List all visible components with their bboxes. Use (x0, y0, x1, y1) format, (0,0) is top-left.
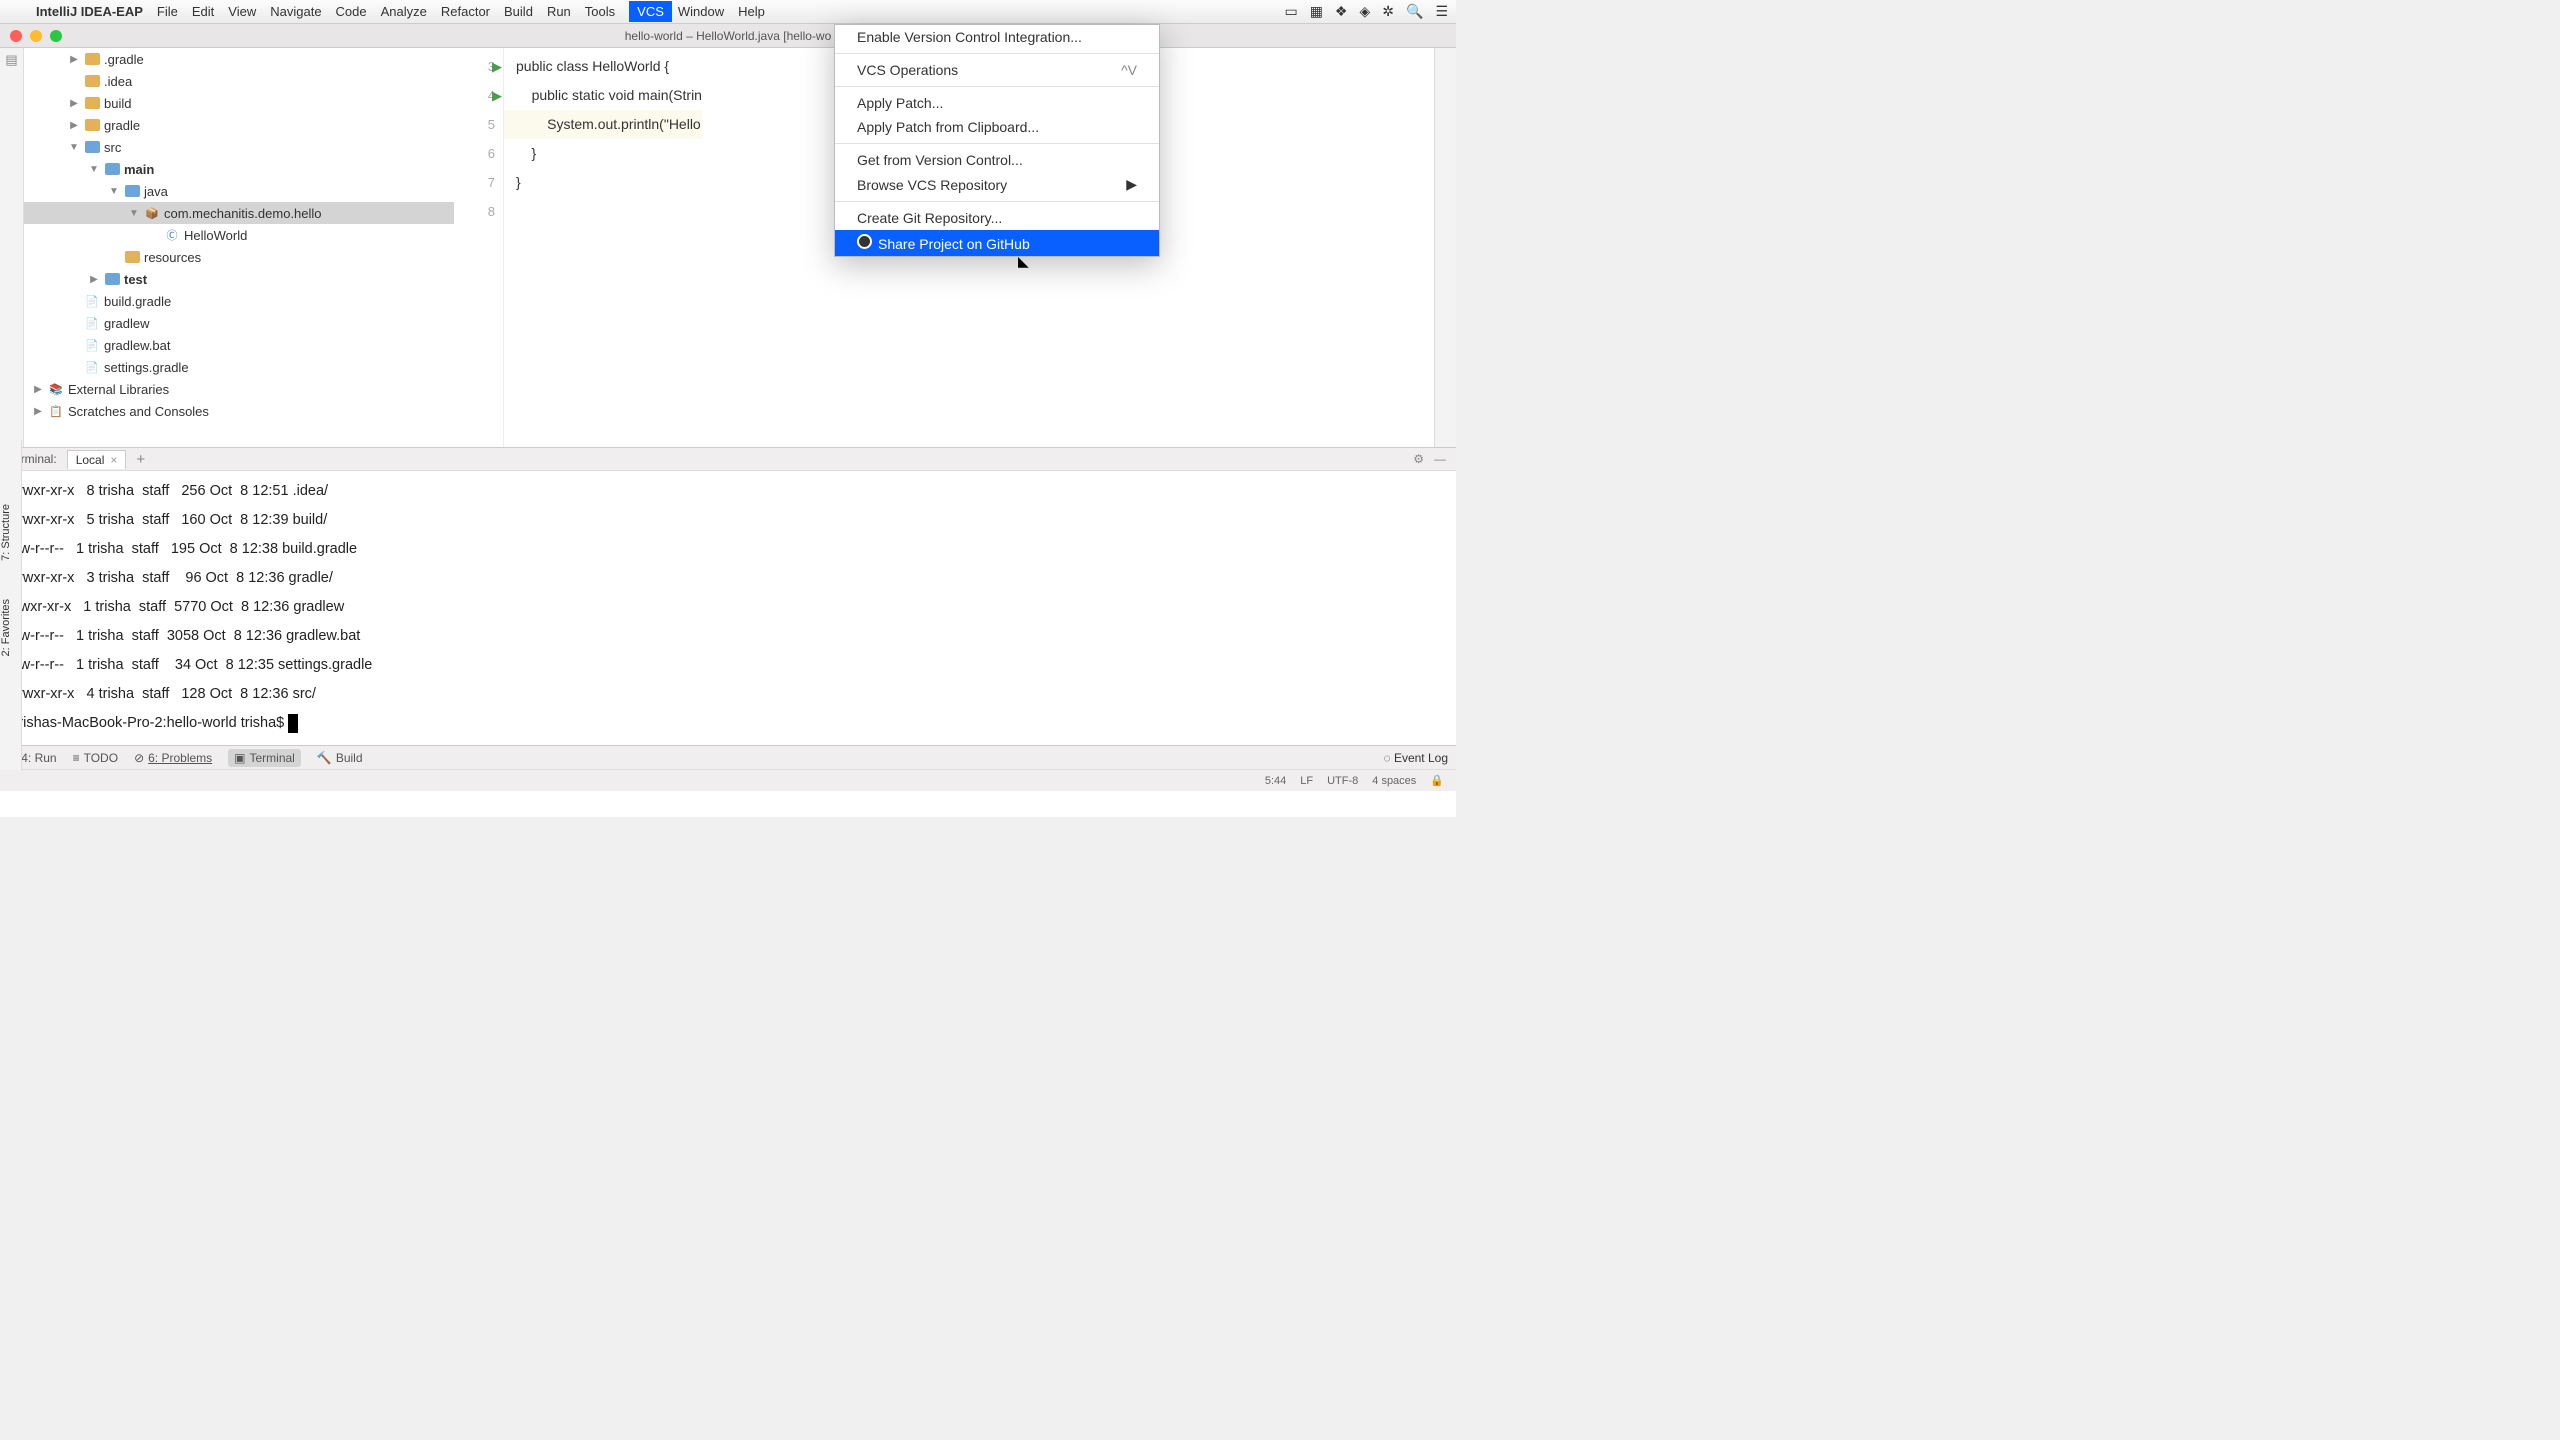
vcs-menu-item[interactable]: Create Git Repository... (835, 206, 1159, 230)
tree-node[interactable]: ▼src (24, 136, 454, 158)
readonly-lock-icon[interactable]: 🔒 (1430, 774, 1444, 787)
terminal-output[interactable]: drwxr-xr-x 8 trisha staff 256 Oct 8 12:5… (0, 471, 1456, 745)
menu-run[interactable]: Run (547, 4, 571, 19)
menu-navigate[interactable]: Navigate (270, 4, 321, 19)
mouse-cursor: ◣ (1018, 253, 1029, 270)
menubar-tray: ▭ ▦ ❖ ◈ ✲ 🔍 ☰ (1284, 3, 1448, 20)
menu-edit[interactable]: Edit (192, 4, 214, 19)
zoom-window-button[interactable] (50, 30, 62, 42)
close-tab-icon[interactable]: × (110, 453, 117, 467)
vcs-menu-item[interactable]: Share Project on GitHub (835, 230, 1159, 256)
macos-menubar: IntelliJ IDEA-EAP File Edit View Navigate Co… (0, 0, 1456, 24)
apple-icon[interactable] (8, 4, 24, 20)
tree-node[interactable]: ▶📋Scratches and Consoles (24, 400, 454, 422)
file-encoding[interactable]: UTF-8 (1327, 775, 1358, 787)
indent-setting[interactable]: 4 spaces (1372, 775, 1416, 787)
left-tool-rail-lower: 7: Structure 2: Favorites (0, 440, 22, 770)
github-icon (857, 234, 872, 249)
tree-node[interactable]: 📄gradlew (24, 312, 454, 334)
editor-code[interactable]: public class HelloWorld { public static … (504, 48, 702, 447)
line-ending[interactable]: LF (1300, 775, 1313, 787)
control-center-icon[interactable]: ☰ (1435, 3, 1448, 20)
vcs-menu-item[interactable]: Enable Version Control Integration... (835, 25, 1159, 49)
window-title: hello-world – HelloWorld.java [hello-wo (625, 29, 832, 43)
event-log-button[interactable]: ◌ Event Log (1383, 751, 1448, 765)
tree-node[interactable]: ▼📦com.mechanitis.demo.hello (24, 202, 454, 224)
tray-icon[interactable]: ❖ (1335, 3, 1348, 20)
menu-build[interactable]: Build (504, 4, 533, 19)
tree-node[interactable]: 📄settings.gradle (24, 356, 454, 378)
terminal-hide-icon[interactable]: — (1434, 452, 1446, 466)
menu-refactor[interactable]: Refactor (441, 4, 490, 19)
tree-node[interactable]: ▶build (24, 92, 454, 114)
tree-node[interactable]: ⒸHelloWorld (24, 224, 454, 246)
tray-icon[interactable]: ▦ (1310, 3, 1323, 20)
problems-tool-button[interactable]: ⊘ 6: Problems (134, 751, 212, 765)
terminal-settings-icon[interactable]: ⚙ (1413, 452, 1424, 466)
terminal-header: Terminal: Local× + ⚙ — (0, 447, 1456, 471)
tree-node[interactable]: ▶.gradle (24, 48, 454, 70)
terminal-tab[interactable]: Local× (67, 450, 127, 469)
caret-position[interactable]: 5:44 (1265, 775, 1286, 787)
menu-tools[interactable]: Tools (585, 4, 615, 19)
minimize-window-button[interactable] (30, 30, 42, 42)
tree-node[interactable]: ▼main (24, 158, 454, 180)
search-icon[interactable]: 🔍 (1406, 3, 1423, 20)
vcs-menu-item[interactable]: VCS Operations^V (835, 58, 1159, 82)
menu-vcs[interactable]: VCS (629, 1, 672, 22)
tree-node[interactable]: 📄build.gradle (24, 290, 454, 312)
tree-node[interactable]: .idea (24, 70, 454, 92)
vcs-menu-item[interactable]: Get from Version Control... (835, 148, 1159, 172)
todo-tool-button[interactable]: ≡ TODO (73, 751, 118, 765)
new-terminal-tab-button[interactable]: + (136, 451, 145, 468)
tray-icon[interactable]: ▭ (1284, 3, 1297, 20)
project-tree[interactable]: ▶.gradle.idea▶build▶gradle▼src▼main▼java… (24, 48, 454, 447)
tree-node[interactable]: ▼java (24, 180, 454, 202)
tree-node[interactable]: ▶test (24, 268, 454, 290)
tree-node[interactable]: resources (24, 246, 454, 268)
menu-analyze[interactable]: Analyze (381, 4, 427, 19)
tree-node[interactable]: ▶gradle (24, 114, 454, 136)
app-name[interactable]: IntelliJ IDEA-EAP (36, 4, 143, 19)
vcs-dropdown-menu[interactable]: Enable Version Control Integration... VCS… (834, 24, 1160, 257)
editor-gutter: 3▶4▶5678 (454, 48, 504, 447)
menu-file[interactable]: File (157, 4, 178, 19)
right-tool-rail (1434, 48, 1456, 447)
terminal-tool-button[interactable]: ▣ Terminal (228, 749, 301, 767)
menu-code[interactable]: Code (336, 4, 367, 19)
tray-icon[interactable]: ◈ (1359, 3, 1370, 20)
bottom-tool-strip: ▶ 4: Run ≡ TODO ⊘ 6: Problems ▣ Terminal… (0, 745, 1456, 769)
menu-view[interactable]: View (228, 4, 256, 19)
vcs-menu-item[interactable]: Apply Patch from Clipboard... (835, 115, 1159, 139)
menu-help[interactable]: Help (738, 4, 765, 19)
tray-icon[interactable]: ✲ (1382, 3, 1394, 20)
tree-node[interactable]: 📄gradlew.bat (24, 334, 454, 356)
tree-node[interactable]: ▶📚External Libraries (24, 378, 454, 400)
build-tool-button[interactable]: 🔨 Build (317, 751, 363, 765)
close-window-button[interactable] (10, 30, 22, 42)
structure-tab[interactable]: 7: Structure (0, 500, 12, 565)
project-tool-icon[interactable]: ▤ (5, 52, 17, 68)
status-bar: 5:44 LF UTF-8 4 spaces 🔒 (0, 769, 1456, 791)
menu-window[interactable]: Window (678, 4, 724, 19)
window-titlebar: hello-world – HelloWorld.java [hello-wo (0, 24, 1456, 48)
favorites-tab[interactable]: 2: Favorites (0, 595, 12, 660)
vcs-menu-item[interactable]: Browse VCS Repository▶ (835, 172, 1159, 197)
left-tool-rail: ▤ (0, 48, 24, 447)
vcs-menu-item[interactable]: Apply Patch... (835, 91, 1159, 115)
